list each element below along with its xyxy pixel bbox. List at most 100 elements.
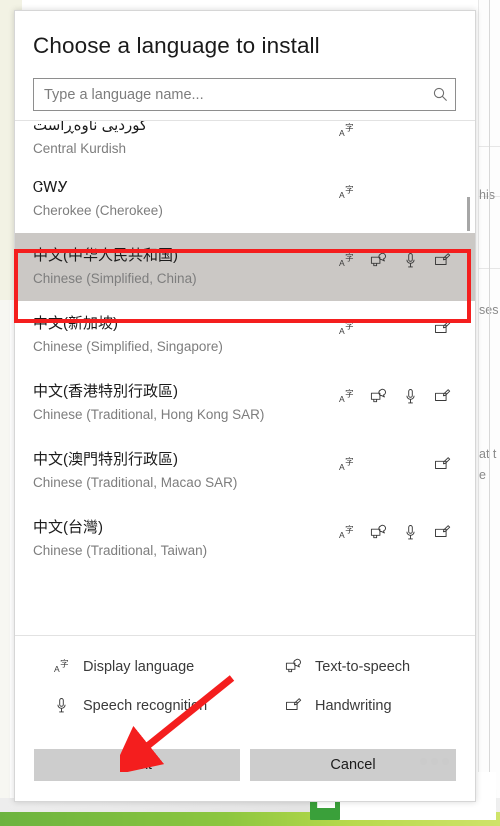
handwriting-icon: [285, 697, 302, 714]
language-native-name: 中文(中华人民共和国): [33, 247, 178, 265]
handwriting-icon: [434, 524, 451, 541]
speech-recognition-icon: [402, 524, 419, 541]
icon-slot-empty: [402, 122, 419, 139]
language-native-name: 中文(澳門特別行政區): [33, 451, 178, 469]
language-english-name: Cherokee (Cherokee): [33, 203, 163, 219]
language-english-name: Chinese (Traditional, Hong Kong SAR): [33, 407, 265, 423]
speech-recognition-icon: [53, 697, 70, 714]
icon-slot-empty: [370, 456, 387, 473]
icon-slot-empty: [402, 184, 419, 201]
legend-label: Display language: [83, 658, 195, 675]
language-english-name: Chinese (Traditional, Macao SAR): [33, 475, 238, 491]
legend-label: Text-to-speech: [315, 658, 411, 675]
svg-text:A: A: [339, 326, 345, 336]
svg-text:字: 字: [345, 456, 354, 466]
language-list-scrollbar[interactable]: [463, 121, 474, 635]
display-language-icon: A字: [338, 252, 355, 269]
text-to-speech-icon: [370, 524, 387, 541]
language-feature-icons: A字: [338, 430, 451, 498]
language-feature-icons: A字: [338, 498, 451, 566]
svg-text:字: 字: [345, 388, 354, 398]
language-english-name: Chinese (Simplified, Singapore): [33, 339, 223, 355]
language-list-item[interactable]: 中文(香港特別行政區) Chinese (Traditional, Hong Ko…: [15, 369, 475, 437]
language-english-name: Central Kurdish: [33, 141, 127, 157]
svg-text:A: A: [339, 530, 345, 540]
svg-text:字: 字: [345, 320, 354, 330]
icon-slot-empty: [370, 320, 387, 337]
svg-text:字: 字: [345, 122, 354, 132]
svg-text:A: A: [339, 190, 345, 200]
legend-item-text-to-speech: Text-to-speech: [247, 658, 475, 675]
language-list-item[interactable]: 中文(台灣) Chinese (Traditional, Taiwan) A 字: [15, 505, 475, 573]
scrollbar-thumb[interactable]: [467, 197, 470, 231]
search-input[interactable]: [34, 79, 425, 110]
handwriting-icon: [434, 320, 451, 337]
legend-item-handwriting: Handwriting: [247, 697, 475, 714]
handwriting-icon: [434, 456, 451, 473]
svg-text:A: A: [54, 664, 60, 674]
background-text-fragment: e: [479, 468, 486, 482]
svg-text:A: A: [339, 258, 345, 268]
icon-slot-empty: [402, 320, 419, 337]
icon-legend: A 字 Display language Text-to-speech Speech r…: [15, 635, 475, 730]
language-list-item[interactable]: 中文(澳門特別行政區) Chinese (Traditional, Macao S…: [15, 437, 475, 505]
svg-text:字: 字: [345, 524, 354, 534]
icon-slot-empty: [370, 122, 387, 139]
icon-slot-empty: [402, 456, 419, 473]
text-to-speech-icon: [285, 658, 302, 675]
icon-slot-empty: [434, 184, 451, 201]
display-language-icon: A字: [338, 456, 355, 473]
svg-text:A: A: [339, 394, 345, 404]
text-to-speech-icon: [370, 388, 387, 405]
legend-label: Handwriting: [315, 697, 392, 714]
language-list-item[interactable]: 中文(中华人民共和国) Chinese (Simplified, China) A 字: [15, 233, 475, 301]
display-language-icon: A字: [53, 658, 70, 675]
page-title: Choose a language to install: [33, 33, 320, 58]
dialog-button-row: Next Cancel: [15, 749, 475, 801]
language-english-name: Chinese (Simplified, China): [33, 271, 197, 287]
cancel-button[interactable]: Cancel: [250, 749, 456, 781]
language-feature-icons: A字: [338, 226, 451, 294]
choose-language-dialog: Choose a language to install کوردیی ناوە…: [14, 10, 476, 802]
background-text-fragment: at t: [479, 447, 497, 461]
display-language-icon: A字: [338, 388, 355, 405]
language-native-name: ᏣᎳᎩ: [33, 179, 69, 197]
language-native-name: کوردیی ناوەڕاست: [33, 120, 148, 135]
language-english-name: Chinese (Traditional, Taiwan): [33, 543, 208, 559]
language-native-name: 中文(台灣): [33, 519, 103, 537]
legend-label: Speech recognition: [83, 697, 208, 714]
speech-recognition-icon: [402, 388, 419, 405]
search-icon[interactable]: [425, 79, 455, 110]
language-feature-icons: A字: [338, 362, 451, 430]
svg-text:A: A: [339, 462, 345, 472]
icon-slot-empty: [434, 122, 451, 139]
display-language-icon: A字: [338, 524, 355, 541]
search-box[interactable]: [33, 78, 456, 111]
background-text-fragment: his: [479, 188, 495, 202]
language-list[interactable]: کوردیی ناوەڕاست Central Kurdish A 字 ᏣᎳᎩ Chero…: [15, 120, 475, 635]
background-vertical-rule: [489, 0, 490, 795]
decorative-dots: [420, 758, 449, 765]
display-language-icon: A字: [338, 320, 355, 337]
language-native-name: 中文(新加坡): [33, 315, 118, 333]
display-language-icon: A字: [338, 122, 355, 139]
language-feature-icons: A字: [338, 121, 451, 158]
legend-item-display-language: A 字 Display language: [15, 658, 247, 675]
speech-recognition-icon: [402, 252, 419, 269]
display-language-icon: A字: [338, 184, 355, 201]
icon-slot-empty: [370, 184, 387, 201]
next-button[interactable]: Next: [34, 749, 240, 781]
svg-text:A: A: [339, 128, 345, 138]
language-feature-icons: A字: [338, 294, 451, 362]
language-native-name: 中文(香港特別行政區): [33, 383, 178, 401]
language-list-item[interactable]: ᏣᎳᎩ Cherokee (Cherokee) A 字: [15, 165, 475, 233]
text-to-speech-icon: [370, 252, 387, 269]
language-feature-icons: A字: [338, 158, 451, 226]
handwriting-icon: [434, 388, 451, 405]
legend-item-speech-recognition: Speech recognition: [15, 697, 247, 714]
handwriting-icon: [434, 252, 451, 269]
svg-text:字: 字: [345, 252, 354, 262]
svg-text:字: 字: [60, 659, 69, 669]
language-list-item[interactable]: 中文(新加坡) Chinese (Simplified, Singapore) A 字: [15, 301, 475, 369]
svg-text:字: 字: [345, 184, 354, 194]
